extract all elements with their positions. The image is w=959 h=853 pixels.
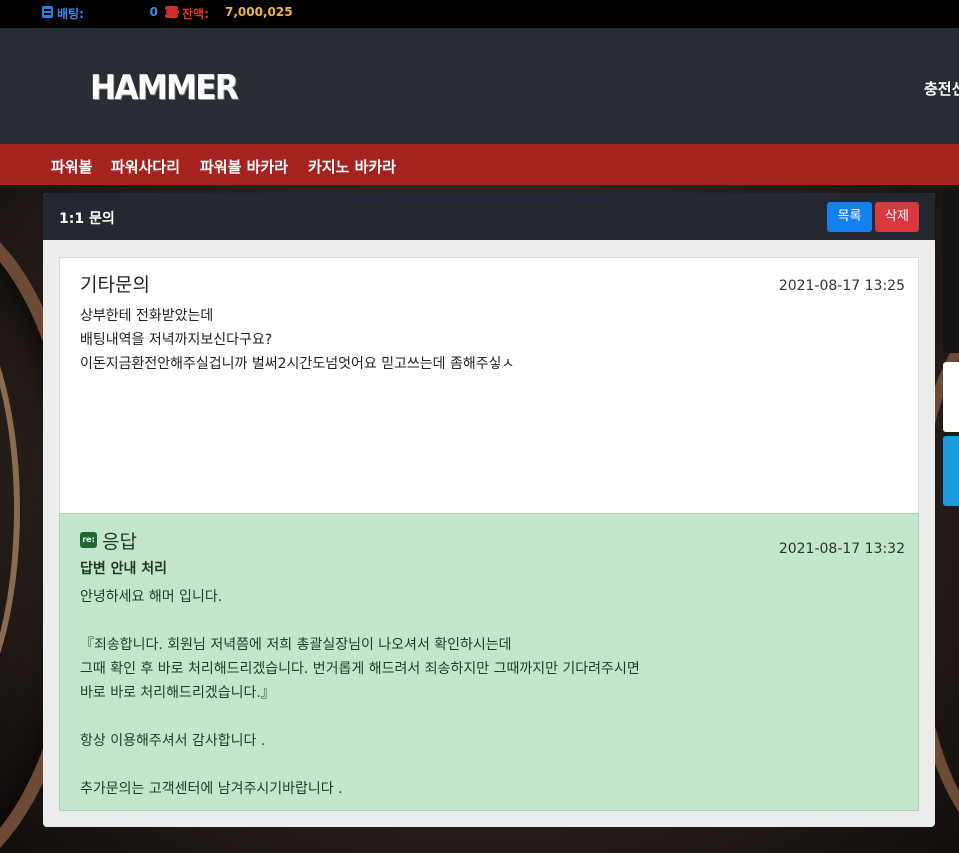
inquiry-card: 1:1 문의 목록 삭제 기타문의 2021-08-17 13:25 상부한테 …	[43, 193, 935, 827]
answer-date: 2021-08-17 13:32	[778, 541, 905, 557]
bet-label: 배팅:	[57, 7, 84, 21]
balance-value: 7,000,025	[225, 5, 293, 19]
reply-icon: re:	[80, 532, 97, 548]
nav-item-powerball[interactable]: 파워볼	[51, 156, 92, 177]
answer-subtitle: 답변 안내 처리	[80, 561, 168, 577]
answer-line: 그때 확인 후 바로 처리해드리겠습니다. 번거롭게 해드려서 죄송하지만 그때…	[80, 661, 640, 677]
answer-line: 안녕하세요 해머 입니다.	[80, 589, 223, 605]
balance-label: 잔액:	[182, 7, 209, 21]
answer-line: 『죄송합니다. 회원님 저녁쯤에 저희 총괄실장님이 나오셔서 확인하시는데	[80, 637, 512, 653]
question-date: 2021-08-17 13:25	[778, 278, 905, 294]
answer-panel: re: 응답 2021-08-17 13:32 답변 안내 처리 안녕하세요 해…	[59, 513, 919, 811]
bet-icon	[42, 6, 53, 18]
side-widget-dark	[943, 193, 959, 353]
page-title: 1:1 문의	[59, 211, 115, 227]
nav-item-powerball-baccarat[interactable]: 파워볼 바카라	[200, 156, 288, 177]
question-line: 배팅내역을 저녁까지보신다구요?	[80, 332, 273, 348]
main-nav: 파워볼 파워사다리 파워볼 바카라 카지노 바카라	[0, 144, 959, 185]
status-bar: 배팅: 0 잔액: 7,000,025	[0, 0, 959, 28]
question-line: 상부한테 전화받았는데	[80, 308, 214, 324]
side-widget-white[interactable]	[943, 362, 959, 432]
site-header: HAMMER 충전신	[0, 28, 959, 144]
coins-icon	[165, 5, 179, 18]
answer-line: 바로 바로 처리해드리겠습니다.』	[80, 685, 275, 701]
question-panel: 기타문의 2021-08-17 13:25 상부한테 전화받았는데 배팅내역을 …	[59, 257, 919, 514]
question-title: 기타문의	[80, 274, 150, 296]
site-logo[interactable]: HAMMER	[90, 68, 239, 108]
answer-title: 응답	[102, 531, 137, 553]
delete-button[interactable]: 삭제	[875, 202, 919, 232]
bet-value: 0	[149, 5, 158, 19]
question-line: 이돈지금환전안해주실겁니까 벌써2시간도넘엇어요 믿고쓰는데 좀해주싷ㅅ	[80, 356, 515, 372]
card-header: 1:1 문의 목록 삭제	[43, 193, 935, 240]
nav-item-power-ladder[interactable]: 파워사다리	[111, 156, 180, 177]
answer-line: 추가문의는 고객센터에 남겨주시기바랍니다 .	[80, 781, 343, 797]
answer-line: 항상 이용해주셔서 감사합니다 .	[80, 733, 266, 749]
side-widget-chat[interactable]	[943, 436, 959, 506]
charge-link[interactable]: 충전신	[924, 78, 959, 99]
list-button[interactable]: 목록	[827, 202, 872, 232]
nav-item-casino-baccarat[interactable]: 카지노 바카라	[308, 156, 396, 177]
